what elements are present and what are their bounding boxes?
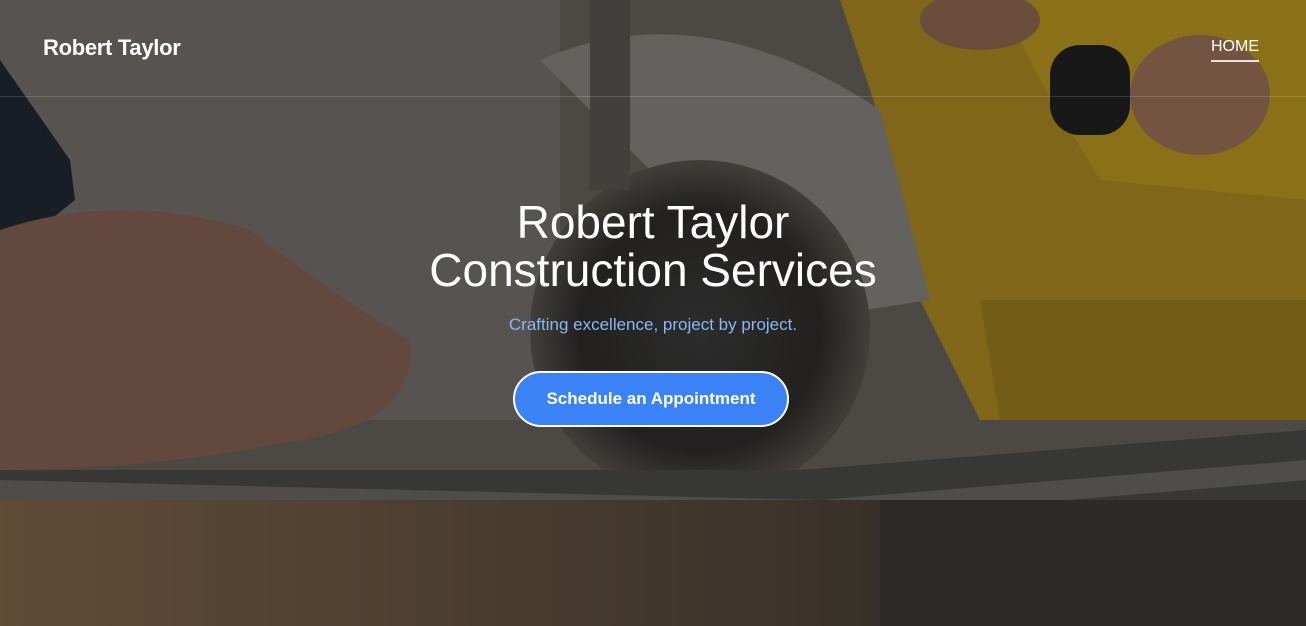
hero-title: Robert Taylor Construction Services <box>0 198 1306 294</box>
site-logo-text[interactable]: Robert Taylor <box>43 35 181 61</box>
hero-section: Robert Taylor HOME Robert Taylor Constru… <box>0 0 1306 626</box>
site-header: Robert Taylor HOME <box>0 0 1306 97</box>
nav-link-home[interactable]: HOME <box>1211 38 1259 62</box>
hero-tagline: Crafting excellence, project by project. <box>508 315 798 334</box>
schedule-appointment-button[interactable]: Schedule an Appointment <box>513 371 789 427</box>
hero-title-line-2: Construction Services <box>429 244 877 296</box>
hero-title-line-1: Robert Taylor <box>516 196 790 248</box>
